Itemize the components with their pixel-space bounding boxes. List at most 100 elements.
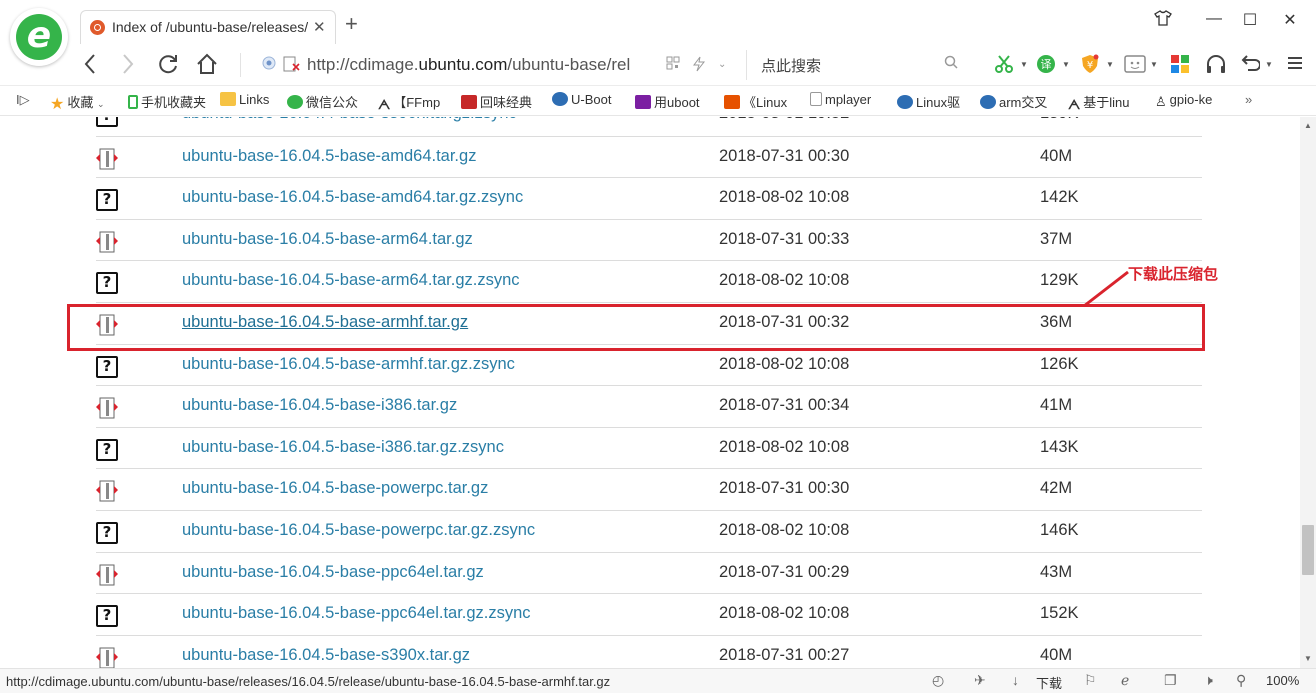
file-date: 2018-08-02 10:08 bbox=[719, 188, 850, 207]
file-link[interactable]: ubuntu-base-16.04.5-base-amd64.tar.gz.zs… bbox=[182, 188, 523, 207]
file-size: 43M bbox=[1040, 562, 1073, 581]
emoji-dropdown-icon[interactable]: ▼ bbox=[1150, 60, 1158, 69]
scissors-dropdown-icon[interactable]: ▼ bbox=[1020, 60, 1028, 69]
vertical-scrollbar[interactable]: ▲ ▼ bbox=[1300, 117, 1316, 668]
flag-icon[interactable]: ⚐ bbox=[1084, 672, 1097, 689]
lightning-icon[interactable] bbox=[692, 56, 706, 75]
menu-icon[interactable] bbox=[1286, 54, 1304, 77]
file-link[interactable]: ubuntu-base-16.04.5-base-i386.tar.gz bbox=[182, 396, 457, 415]
bookmark-label: U-Boot bbox=[571, 92, 612, 107]
svg-text:¥: ¥ bbox=[1087, 60, 1093, 71]
minimize-button[interactable]: — bbox=[1202, 10, 1226, 28]
bookmark-use-uboot[interactable]: 用uboot bbox=[635, 92, 711, 111]
ie-mode-icon[interactable]: ℯ bbox=[1121, 672, 1129, 689]
csdn-icon: ᗅ bbox=[378, 97, 391, 111]
bookmark-ffmpeg[interactable]: ᗅ 【FFmp bbox=[378, 92, 452, 111]
file-size: 42M bbox=[1040, 479, 1073, 498]
file-date: 2018-08-02 10:08 bbox=[719, 521, 850, 539]
file-link[interactable]: ubuntu-base-16.04.5-base-arm64.tar.gz bbox=[182, 230, 473, 249]
table-row: ? ubuntu-base-16.04.5-base-i386.tar.gz.zs… bbox=[96, 426, 1202, 469]
bookmark-based-linux[interactable]: ᗅ 基于linu bbox=[1068, 92, 1144, 111]
undo-icon[interactable] bbox=[1240, 54, 1261, 79]
table-row: ubuntu-base-16.04.5-base-i386.tar.gz 2018… bbox=[96, 385, 1202, 427]
file-link[interactable]: ubuntu-base-16.04.4-base-s390x.tar.gz.zs… bbox=[182, 117, 517, 123]
window-icon[interactable]: ❐ bbox=[1164, 672, 1177, 689]
tab-active[interactable]: Index of /ubuntu-base/releases/16.04.5/r… bbox=[80, 10, 336, 44]
favorites-menu[interactable]: ★ 收藏 ⌄ bbox=[50, 92, 105, 111]
apps-grid-icon[interactable] bbox=[1170, 54, 1190, 79]
shirt-icon[interactable] bbox=[1151, 10, 1175, 31]
scrollbar-thumb[interactable] bbox=[1302, 525, 1314, 575]
search-input[interactable]: 点此搜索 bbox=[761, 55, 821, 76]
file-link[interactable]: ubuntu-base-16.04.5-base-amd64.tar.gz bbox=[182, 147, 476, 166]
pin-icon[interactable]: ✈ bbox=[974, 672, 986, 689]
forward-arrow-icon[interactable] bbox=[120, 52, 136, 81]
refresh-icon[interactable] bbox=[156, 52, 180, 81]
search-box[interactable]: 点此搜索 bbox=[746, 50, 970, 80]
back-arrow-icon[interactable] bbox=[82, 52, 98, 81]
site-info-icon[interactable] bbox=[262, 56, 276, 73]
file-date: 2018-07-31 00:34 bbox=[719, 396, 850, 415]
scissors-icon[interactable] bbox=[994, 54, 1014, 79]
file-link[interactable]: ubuntu-base-16.04.5-base-ppc64el.tar.gz bbox=[182, 563, 484, 582]
volume-icon[interactable]: 🕨 bbox=[1204, 672, 1213, 689]
browser-logo[interactable]: e bbox=[10, 8, 68, 66]
download-arrow-icon[interactable]: ↓ bbox=[1012, 672, 1019, 688]
file-size: 129K bbox=[1040, 271, 1079, 290]
directory-listing: ? ubuntu-base-16.04.4-base-s390x.tar.gz.z… bbox=[0, 117, 1300, 668]
address-dropdown-chevron-icon[interactable]: ⌄ bbox=[718, 59, 726, 70]
headphones-icon[interactable] bbox=[1205, 54, 1227, 79]
new-tab-button[interactable]: + bbox=[345, 13, 358, 35]
file-size: 152K bbox=[1040, 604, 1079, 623]
file-link[interactable]: ubuntu-base-16.04.5-base-s390x.tar.gz bbox=[182, 646, 470, 665]
translate-icon[interactable]: 译 bbox=[1036, 54, 1056, 79]
bookmark-linux-driver[interactable]: Linux驱 bbox=[897, 92, 967, 111]
scroll-down-arrow-icon[interactable]: ▼ bbox=[1300, 652, 1316, 666]
wechat-icon bbox=[287, 95, 303, 109]
table-row: ? ubuntu-base-16.04.5-base-amd64.tar.gz.z… bbox=[96, 177, 1202, 219]
file-link[interactable]: ubuntu-base-16.04.5-base-ppc64el.tar.gz.… bbox=[182, 604, 531, 623]
bookmark-gpio[interactable]: ♙ gpio-ke bbox=[1155, 92, 1229, 108]
bookmark-arm-cross[interactable]: arm交叉 bbox=[980, 92, 1056, 111]
bookmark-wechat[interactable]: 微信公众 bbox=[287, 92, 365, 111]
file-link[interactable]: ubuntu-base-16.04.5-base-armhf.tar.gz.zs… bbox=[182, 355, 515, 374]
scroll-up-arrow-icon[interactable]: ▲ bbox=[1300, 119, 1316, 133]
bookmark-classic[interactable]: 回味经典 bbox=[461, 92, 541, 111]
bookmark-mobile[interactable]: 手机收藏夹 bbox=[128, 92, 214, 111]
bookmark-links[interactable]: Links bbox=[220, 92, 280, 107]
address-url[interactable]: http://cdimage.ubuntu.com/ubuntu-base/re… bbox=[307, 55, 645, 75]
speedometer-icon[interactable]: ◴ bbox=[932, 672, 944, 689]
file-link[interactable]: ubuntu-base-16.04.5-base-powerpc.tar.gz bbox=[182, 479, 488, 498]
bookmark-label: 《Linux bbox=[743, 95, 788, 110]
file-link[interactable]: ubuntu-base-16.04.5-base-powerpc.tar.gz.… bbox=[182, 521, 535, 540]
bookmark-mplayer[interactable]: mplayer bbox=[810, 92, 882, 107]
shield-coupon-icon[interactable]: ¥ bbox=[1080, 54, 1100, 79]
bookmark-label: mplayer bbox=[825, 92, 872, 107]
qr-code-icon[interactable] bbox=[666, 56, 680, 73]
download-label[interactable]: 下载 bbox=[1036, 673, 1062, 692]
sidebar-toggle-button[interactable]: I▷ bbox=[16, 92, 30, 108]
u-logo-icon bbox=[552, 92, 568, 106]
close-window-button[interactable]: ✕ bbox=[1278, 10, 1302, 30]
undo-dropdown-icon[interactable]: ▼ bbox=[1265, 60, 1273, 69]
translate-dropdown-icon[interactable]: ▼ bbox=[1062, 60, 1070, 69]
c-logo-icon bbox=[461, 95, 477, 109]
tab-close-button[interactable]: ✕ bbox=[313, 18, 326, 36]
bookmarks-bar: I▷ ★ 收藏 ⌄ 手机收藏夹 Links 微信公众 ᗅ 【FFmp 回味经典 U-… bbox=[0, 86, 1316, 116]
emoji-icon[interactable] bbox=[1124, 54, 1146, 79]
bookmarks-overflow-button[interactable]: » bbox=[1245, 92, 1252, 107]
file-link[interactable]: ubuntu-base-16.04.5-base-armhf.tar.gz bbox=[182, 313, 468, 332]
coupon-dropdown-icon[interactable]: ▼ bbox=[1106, 60, 1114, 69]
bookmark-uboot[interactable]: U-Boot bbox=[552, 92, 626, 107]
zoom-search-icon[interactable]: ⚲ bbox=[1236, 672, 1246, 689]
file-link[interactable]: ubuntu-base-16.04.5-base-arm64.tar.gz.zs… bbox=[182, 271, 520, 290]
insecure-page-icon[interactable] bbox=[283, 56, 301, 75]
bookmark-linux-book[interactable]: 《Linux bbox=[724, 92, 796, 111]
status-url: http://cdimage.ubuntu.com/ubuntu-base/re… bbox=[6, 674, 611, 689]
maximize-button[interactable]: ☐ bbox=[1238, 10, 1262, 30]
home-icon[interactable] bbox=[195, 52, 219, 81]
file-link[interactable]: ubuntu-base-16.04.5-base-i386.tar.gz.zsy… bbox=[182, 438, 504, 457]
file-size: 36M bbox=[1040, 313, 1073, 331]
zoom-level[interactable]: 100% bbox=[1266, 673, 1299, 688]
search-icon[interactable] bbox=[944, 55, 958, 73]
